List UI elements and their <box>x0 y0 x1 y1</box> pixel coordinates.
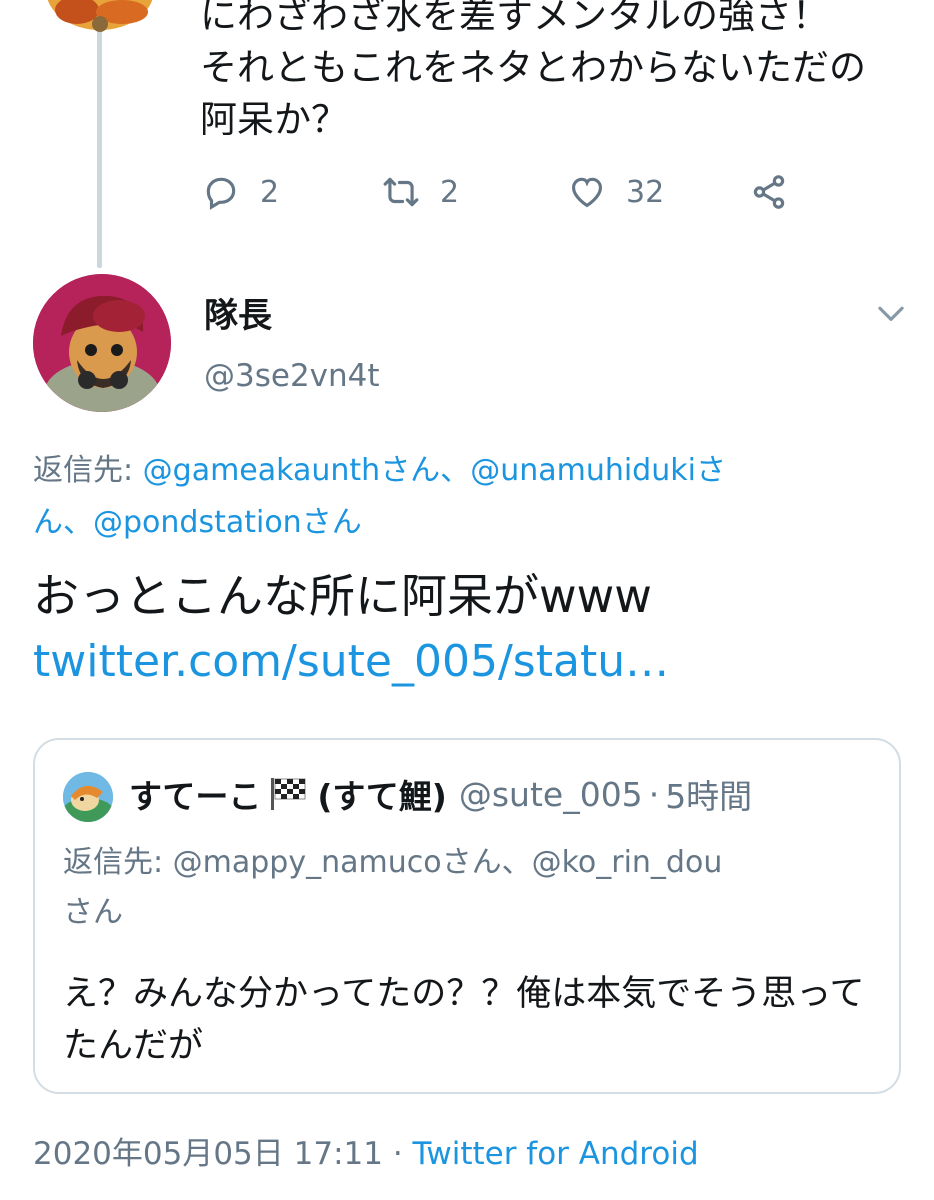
quoted-text: え？みんな分かってたの？？俺は本気でそう思ってたんだが <box>63 974 865 1066</box>
mention-suffix[interactable]: さ <box>696 453 726 488</box>
mention-suffix[interactable]: さん、 <box>380 453 470 488</box>
share-button[interactable] <box>750 168 788 216</box>
avatar[interactable] <box>33 274 171 412</box>
reply-to-line: 返信先: @gameakaunthさん、@unamuhidukiさ ん、@pon… <box>33 445 893 549</box>
quoted-mention: @mappy_namuco <box>172 845 442 880</box>
quoted-tweet-card[interactable]: すてーこ (すて鯉) @sute_005 · 5時間 返信先: @mappy_n… <box>33 738 901 1094</box>
reply-icon <box>206 177 236 210</box>
mention-suffix[interactable]: さん <box>302 505 362 540</box>
mention-link[interactable]: @gameakaunth <box>143 453 381 488</box>
chevron-down-icon[interactable] <box>872 294 910 332</box>
previous-tweet-avatar[interactable] <box>42 0 158 32</box>
share-icon <box>753 175 785 209</box>
quoted-time: 5時間 <box>665 777 753 816</box>
quoted-reply-prefix: 返信先: <box>63 845 173 880</box>
quoted-handle[interactable]: @sute_005 <box>459 775 643 814</box>
previous-tweet-line: にわざわざ水を差すメンタルの強さ！ <box>200 0 829 37</box>
previous-tweet-text: にわざわざ水を差すメンタルの強さ！ それともこれをネタとわからないただの 阿呆か… <box>200 0 920 146</box>
reply-count: 2 <box>260 174 280 210</box>
quoted-header: すてーこ (すて鯉) @sute_005 · 5時間 <box>129 770 752 818</box>
thread-line <box>97 0 102 268</box>
mention-link[interactable]: @unamuhiduki <box>470 453 696 488</box>
quoted-avatar[interactable] <box>63 772 113 822</box>
quoted-reply-to: 返信先: @mappy_namucoさん、@ko_rin_dou さん <box>63 838 883 938</box>
client-link[interactable]: Twitter for Android <box>413 1136 699 1172</box>
reply-to-prefix: 返信先: <box>33 453 143 488</box>
like-count: 32 <box>626 174 665 210</box>
reply-button[interactable]: 2 <box>202 168 279 216</box>
tweet-actions: 2 2 32 <box>200 168 800 216</box>
user-handle[interactable]: @3se2vn4t <box>204 358 380 394</box>
tweet-footer: 2020年05月05日 17:11 · Twitter for Android <box>33 1128 699 1173</box>
previous-tweet-line: それともこれをネタとわからないただの <box>200 46 866 89</box>
display-name[interactable]: 隊長 <box>204 288 272 337</box>
quoted-dot: · <box>648 774 660 814</box>
retweet-button[interactable]: 2 <box>382 168 459 216</box>
mention-suffix[interactable]: ん、 <box>33 505 93 540</box>
timestamp[interactable]: 2020年05月05日 17:11 <box>33 1136 383 1172</box>
retweet-icon <box>383 177 419 207</box>
previous-tweet-line: 阿呆か？ <box>200 98 348 141</box>
quoted-mention: @ko_rin_dou <box>531 845 723 880</box>
footer-separator: · <box>382 1136 413 1172</box>
retweet-count: 2 <box>440 174 460 210</box>
quoted-display-name[interactable]: すてーこ <box>129 770 261 818</box>
heart-icon <box>571 177 603 208</box>
quoted-name-suffix[interactable]: (すて鯉) <box>317 770 447 818</box>
tweet-link[interactable]: twitter.com/sute_005/statu… <box>33 636 669 687</box>
like-button[interactable]: 32 <box>568 168 664 216</box>
mention-link[interactable]: @pondstation <box>93 505 302 540</box>
quoted-mention-suffix: さん、 <box>441 845 532 880</box>
tweet-text: おっとこんな所に阿呆がwww <box>33 569 652 623</box>
quoted-mention-suffix: さん <box>63 895 123 930</box>
checkered-flag-icon <box>267 776 311 812</box>
